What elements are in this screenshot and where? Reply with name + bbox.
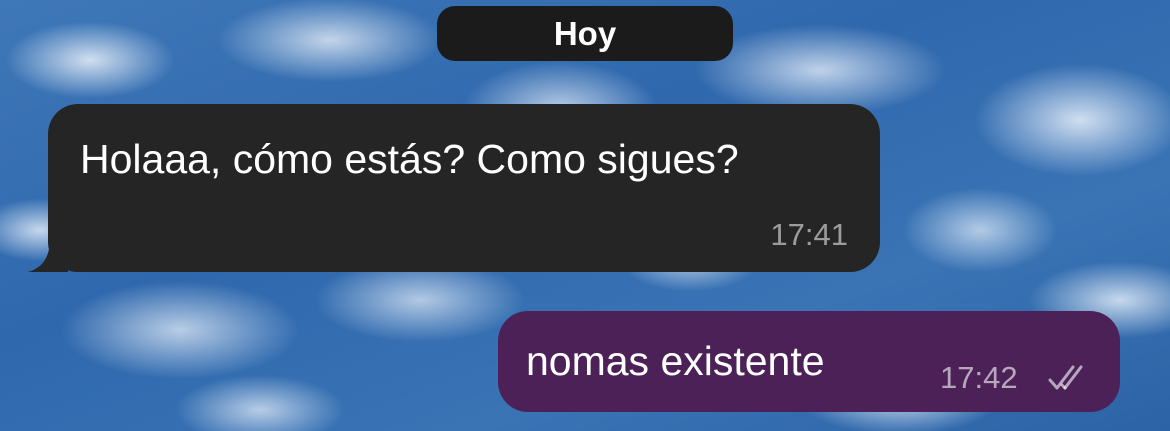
date-separator: Hoy	[437, 6, 733, 61]
outgoing-message-bubble[interactable]: nomas existente 17:42	[498, 311, 1120, 412]
message-text: Holaaa, cómo estás? Como sigues?	[80, 136, 739, 182]
message-time: 17:42	[940, 360, 1018, 395]
double-check-icon	[1048, 365, 1083, 390]
message-time: 17:41	[770, 217, 848, 252]
message-text: nomas existente	[526, 338, 825, 384]
incoming-message-bubble[interactable]: Holaaa, cómo estás? Como sigues? 17:41	[28, 104, 880, 272]
bubble-tail-icon	[28, 232, 68, 272]
date-separator-label: Hoy	[553, 14, 617, 52]
